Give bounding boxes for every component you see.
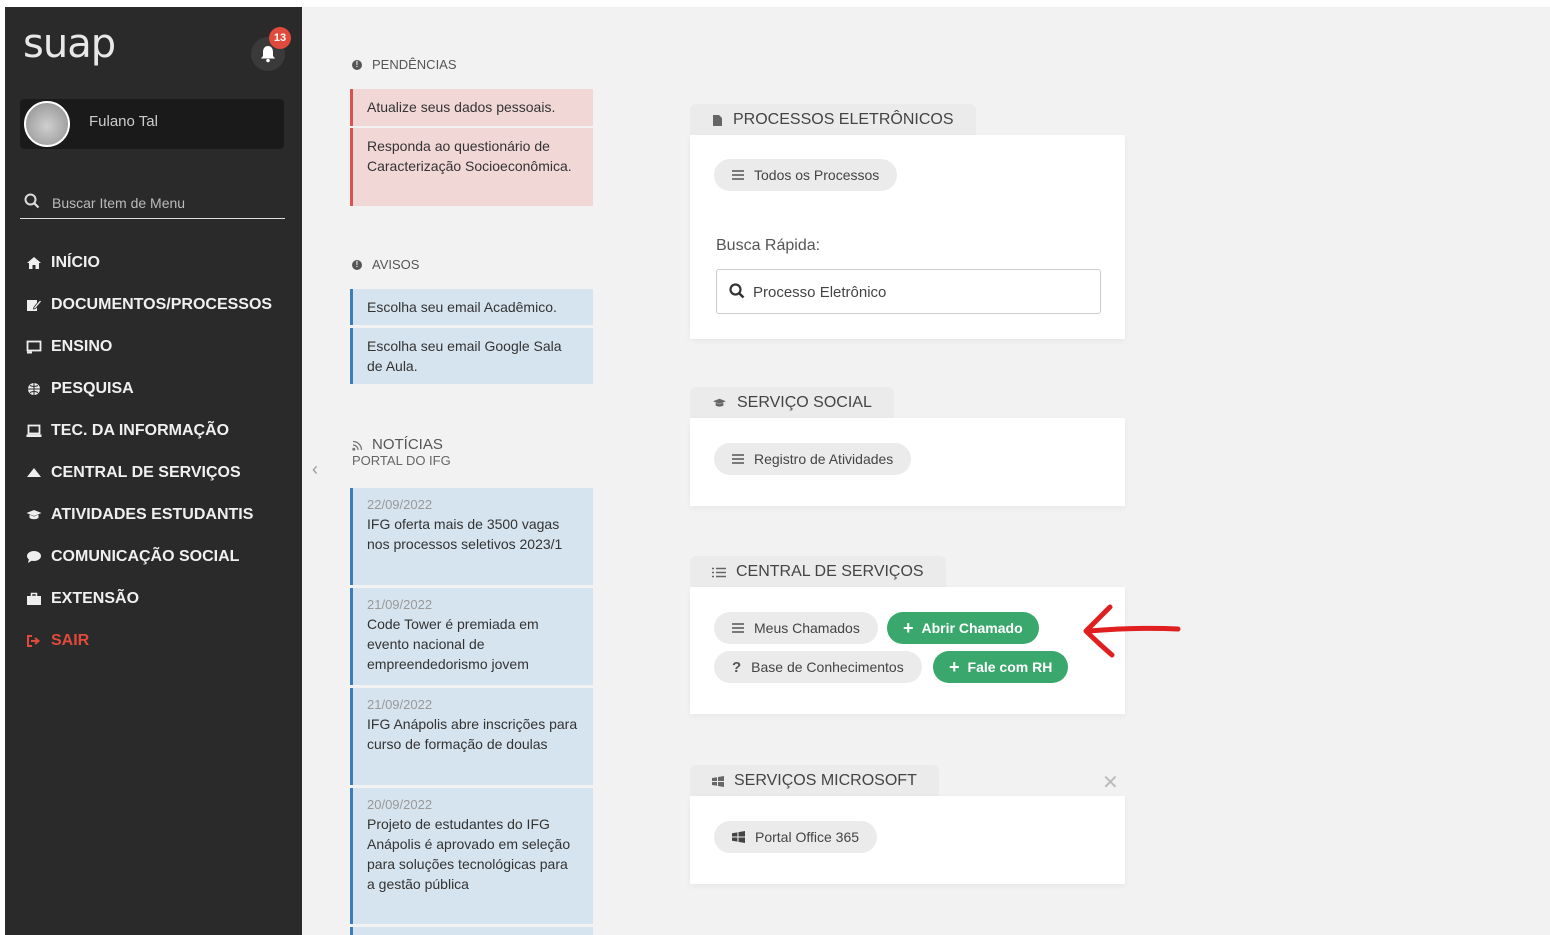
search-icon: [24, 193, 40, 209]
processos-panel-title: PROCESSOS ELETRÔNICOS: [690, 104, 976, 136]
sidebar-item-inicio[interactable]: INÍCIO: [5, 242, 302, 284]
list-icon: [732, 454, 744, 464]
meus-chamados-button[interactable]: Meus Chamados: [714, 612, 878, 644]
pendencia-item[interactable]: Responda ao questionário de Caracterizaç…: [350, 128, 593, 206]
bell-icon: [261, 46, 275, 63]
notices-column: ! PENDÊNCIAS Atualize seus dados pessoai…: [302, 7, 642, 935]
question-icon: ?: [732, 658, 742, 676]
sidebar-item-label: INÍCIO: [51, 254, 100, 271]
plus-icon: +: [903, 617, 914, 638]
list-icon: [732, 170, 744, 180]
sidebar-item-label: ATIVIDADES ESTUDANTIS: [51, 506, 254, 523]
base-conhecimentos-button[interactable]: ? Base de Conhecimentos: [714, 651, 922, 683]
file-icon: [712, 114, 723, 127]
todos-processos-button[interactable]: Todos os Processos: [714, 159, 898, 191]
sign-out-icon: [25, 633, 43, 649]
windows-icon: [712, 775, 724, 787]
collapse-sidebar-button[interactable]: ‹: [312, 459, 318, 480]
abrir-chamado-button[interactable]: + Abrir Chamado: [887, 612, 1039, 644]
sidebar-item-label: EXTENSÃO: [51, 590, 140, 607]
app-logo[interactable]: suap: [23, 21, 116, 67]
close-microsoft-panel-button[interactable]: ✕: [1102, 770, 1119, 795]
chevron-left-icon: ‹: [312, 459, 318, 479]
sidebar-item-extensao[interactable]: EXTENSÃO: [5, 578, 302, 620]
graduation-cap-icon: [712, 397, 727, 409]
sidebar: suap 13 Fulano Tal INÍCIO DOCUMENTOS/P: [5, 7, 302, 935]
menu-search-input[interactable]: [52, 191, 277, 215]
microsoft-panel: Portal Office 365: [690, 796, 1125, 884]
servico-social-panel: Registro de Atividades: [690, 418, 1125, 506]
globe-icon: [25, 381, 43, 397]
news-item[interactable]: [350, 927, 593, 935]
sidebar-item-comunicacao-social[interactable]: COMUNICAÇÃO SOCIAL: [5, 536, 302, 578]
rss-icon: [352, 440, 363, 451]
registro-atividades-button[interactable]: Registro de Atividades: [714, 443, 912, 475]
sidebar-item-documentos[interactable]: DOCUMENTOS/PROCESSOS: [5, 284, 302, 326]
central-servicos-panel: Meus Chamados + Abrir Chamado ? Base de …: [690, 587, 1125, 714]
quick-search-label: Busca Rápida:: [716, 237, 821, 254]
sidebar-item-label: SAIR: [51, 632, 90, 649]
sidebar-item-pesquisa[interactable]: PESQUISA: [5, 368, 302, 410]
laptop-icon: [25, 423, 43, 439]
quick-search-field: [716, 269, 1101, 314]
sidebar-item-label: DOCUMENTOS/PROCESSOS: [51, 296, 273, 313]
main-menu: INÍCIO DOCUMENTOS/PROCESSOS ENSINO PESQU…: [5, 242, 302, 662]
news-item[interactable]: 20/09/2022 Projeto de estudantes do IFG …: [350, 788, 593, 924]
sidebar-item-ensino[interactable]: ENSINO: [5, 326, 302, 368]
sidebar-item-label: PESQUISA: [51, 380, 134, 397]
briefcase-icon: [25, 591, 43, 607]
main-content: PROCESSOS ELETRÔNICOS Todos os Processos…: [642, 7, 1550, 935]
quick-search-input[interactable]: [753, 280, 1083, 304]
list-icon: [732, 623, 744, 633]
sidebar-item-atividades-estudantis[interactable]: ATIVIDADES ESTUDANTIS: [5, 494, 302, 536]
comment-icon: [25, 549, 43, 565]
sidebar-item-central-servicos[interactable]: CENTRAL DE SERVIÇOS: [5, 452, 302, 494]
news-item[interactable]: 21/09/2022 Code Tower é premiada em even…: [350, 588, 593, 685]
sidebar-item-label: CENTRAL DE SERVIÇOS: [51, 464, 241, 481]
microsoft-panel-title: SERVIÇOS MICROSOFT: [690, 765, 939, 797]
news-item[interactable]: 21/09/2022 IFG Anápolis abre inscrições …: [350, 688, 593, 785]
windows-icon: [732, 831, 745, 843]
avisos-heading: ! AVISOS: [352, 257, 419, 272]
home-icon: [25, 255, 43, 271]
plus-icon: +: [949, 656, 960, 677]
sidebar-item-label: ENSINO: [51, 338, 113, 355]
chalkboard-icon: [25, 339, 43, 355]
avatar: [24, 101, 70, 147]
noticias-heading: NOTÍCIAS PORTAL DO IFG: [352, 436, 451, 469]
list-ul-icon: [712, 567, 726, 578]
aviso-item[interactable]: Escolha seu email Google Sala de Aula.: [350, 328, 593, 384]
search-icon: [729, 283, 745, 299]
pendencia-item[interactable]: Atualize seus dados pessoais.: [350, 89, 593, 126]
sidebar-item-label: TEC. DA INFORMAÇÃO: [51, 422, 230, 439]
user-name: Fulano Tal: [89, 113, 158, 130]
central-servicos-panel-title: CENTRAL DE SERVIÇOS: [690, 556, 946, 588]
sidebar-item-label: COMUNICAÇÃO SOCIAL: [51, 548, 240, 565]
edit-icon: [25, 297, 43, 313]
sidebar-item-sair[interactable]: SAIR: [5, 620, 302, 662]
processos-panel: Todos os Processos Busca Rápida:: [690, 135, 1125, 339]
annotation-arrow-icon: [1083, 604, 1181, 658]
notification-count-badge: 13: [269, 27, 291, 49]
sidebar-item-tec-informacao[interactable]: TEC. DA INFORMAÇÃO: [5, 410, 302, 452]
info-icon: !: [352, 59, 362, 70]
servico-social-panel-title: SERVIÇO SOCIAL: [690, 387, 894, 419]
graduation-cap-icon: [25, 507, 43, 523]
menu-search: [20, 187, 285, 219]
news-item[interactable]: 22/09/2022 IFG oferta mais de 3500 vagas…: [350, 488, 593, 585]
eject-icon: [25, 465, 43, 481]
close-icon: ✕: [1102, 772, 1119, 794]
info-icon: !: [352, 259, 362, 270]
aviso-item[interactable]: Escolha seu email Acadêmico.: [350, 289, 593, 325]
fale-rh-button[interactable]: + Fale com RH: [933, 651, 1069, 683]
office-365-button[interactable]: Portal Office 365: [714, 821, 878, 853]
user-profile[interactable]: Fulano Tal: [20, 99, 284, 149]
pendencias-heading: ! PENDÊNCIAS: [352, 57, 457, 72]
